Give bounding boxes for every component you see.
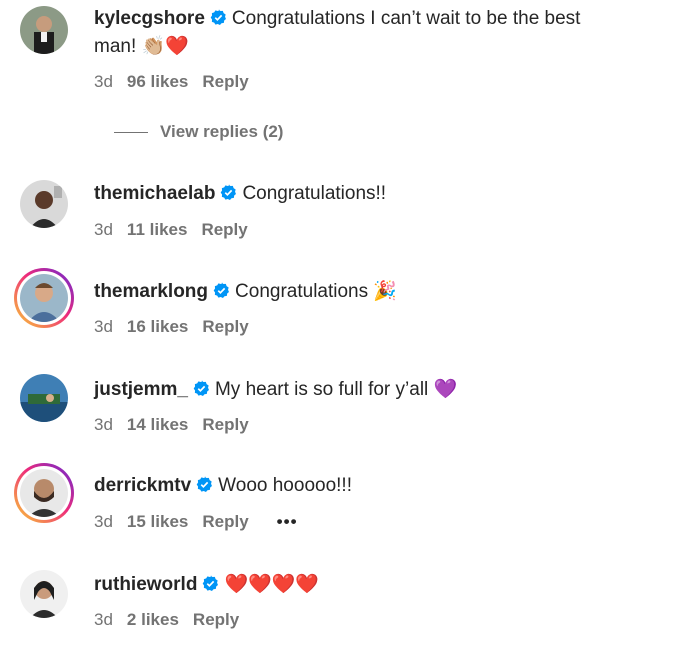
username[interactable]: derrickmtv (94, 475, 191, 496)
comment-body: My heart is so full for y’all (214, 379, 434, 400)
more-options-icon[interactable]: ••• (277, 512, 298, 531)
username[interactable]: justjemm_ (94, 379, 188, 400)
verified-badge-icon (202, 575, 219, 592)
purple-heart-emoji: 💜 (433, 378, 458, 400)
avatar (20, 469, 68, 517)
comment-body: man! (94, 36, 142, 57)
timestamp[interactable]: 3d (94, 317, 113, 336)
reply-button[interactable]: Reply (202, 72, 248, 91)
view-replies-button[interactable]: View replies (2) (114, 122, 283, 142)
comment-text: themarklong Congratulations 🎉 (94, 278, 397, 305)
verified-badge-icon (213, 282, 230, 299)
timestamp[interactable]: 3d (94, 415, 113, 434)
username[interactable]: kylecgshore (94, 8, 205, 29)
comment-meta: 3d 15 likes Reply ••• (94, 512, 312, 532)
comment-meta: 3d 2 likes Reply (94, 610, 253, 630)
comment-body: Congratulations!! (242, 183, 387, 204)
party-popper-emoji: 🎉 (373, 280, 398, 302)
likes-count[interactable]: 16 likes (127, 317, 188, 336)
hearts-emoji: ❤️❤️❤️❤️ (224, 573, 320, 595)
likes-count[interactable]: 11 likes (127, 220, 188, 239)
reply-button[interactable]: Reply (201, 220, 247, 239)
reply-button[interactable]: Reply (202, 317, 248, 336)
reply-button[interactable]: Reply (202, 415, 248, 434)
comment-body: Wooo hooooo!!! (218, 475, 352, 496)
comment-text: ruthieworld ❤️❤️❤️❤️ (94, 571, 319, 598)
comment-meta: 3d 11 likes Reply (94, 220, 262, 240)
comment-text: derrickmtv Wooo hooooo!!! (94, 473, 352, 499)
likes-count[interactable]: 14 likes (127, 415, 188, 434)
comment-text: justjemm_ My heart is so full for y’all 💜 (94, 376, 457, 403)
comment-meta: 3d 16 likes Reply (94, 317, 263, 337)
likes-count[interactable]: 96 likes (127, 72, 188, 91)
verified-badge-icon (210, 9, 227, 26)
verified-badge-icon (220, 184, 237, 201)
view-replies-label: View replies (2) (160, 122, 284, 141)
avatar-story-ring[interactable] (14, 268, 74, 328)
username[interactable]: themarklong (94, 281, 208, 302)
avatar[interactable] (20, 6, 68, 54)
verified-badge-icon (193, 380, 210, 397)
avatar-story-ring[interactable] (14, 463, 74, 523)
divider (114, 132, 148, 134)
comment-text-continued: man! 👏🏼❤️ (94, 33, 189, 60)
clap-heart-emoji: 👏🏼❤️ (141, 35, 189, 57)
username[interactable]: themichaelab (94, 183, 215, 204)
likes-count[interactable]: 2 likes (127, 610, 179, 629)
avatar[interactable] (20, 570, 68, 618)
timestamp[interactable]: 3d (94, 220, 113, 239)
timestamp[interactable]: 3d (94, 610, 113, 629)
comment-text: themichaelab Congratulations!! (94, 181, 386, 207)
avatar[interactable] (20, 374, 68, 422)
username[interactable]: ruthieworld (94, 574, 197, 595)
likes-count[interactable]: 15 likes (127, 512, 188, 531)
comment-meta: 3d 14 likes Reply (94, 415, 263, 435)
comment-text: kylecgshore Congratulations I can’t wait … (94, 6, 580, 32)
comment-meta: 3d 96 likes Reply (94, 72, 263, 92)
reply-button[interactable]: Reply (202, 512, 248, 531)
comment-body: Congratulations I can’t wait to be the b… (231, 8, 581, 29)
avatar (20, 274, 68, 322)
comment-body: Congratulations (235, 281, 374, 302)
timestamp[interactable]: 3d (94, 512, 113, 531)
timestamp[interactable]: 3d (94, 72, 113, 91)
avatar[interactable] (20, 180, 68, 228)
reply-button[interactable]: Reply (193, 610, 239, 629)
verified-badge-icon (196, 476, 213, 493)
